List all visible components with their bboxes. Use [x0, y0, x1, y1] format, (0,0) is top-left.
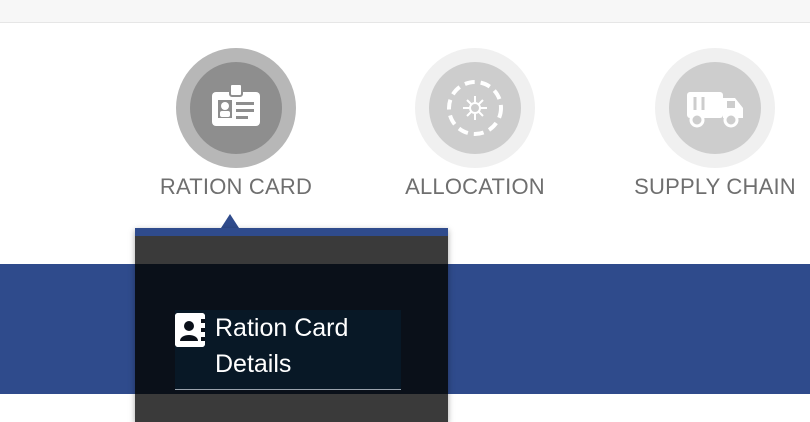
nav-item-supply-chain[interactable]: SUPPLY CHAIN	[595, 48, 810, 208]
nav-circle-supply-chain	[655, 48, 775, 168]
nav-label-supply-chain: SUPPLY CHAIN	[634, 174, 796, 199]
nav-inner-circle	[669, 62, 761, 154]
nav-item-allocation[interactable]: ALLOCATION	[355, 48, 595, 208]
nav-circle-ration-card	[176, 48, 296, 168]
id-card-icon	[212, 83, 260, 126]
nav-label-allocation: ALLOCATION	[405, 174, 545, 199]
nav-item-ration-card[interactable]: RATION CARD	[116, 48, 356, 208]
nav-inner-circle	[429, 62, 521, 154]
nav-inner-circle	[190, 62, 282, 154]
wheel-icon	[447, 80, 503, 136]
nav-label-ration-card: RATION CARD	[159, 174, 313, 199]
address-book-icon	[175, 313, 205, 347]
dropdown-top-strip	[135, 228, 448, 236]
truck-icon	[687, 92, 743, 128]
menu-item-label: Ration Card Details	[215, 314, 349, 378]
dropdown-caret	[221, 214, 239, 228]
nav-circle-allocation	[415, 48, 535, 168]
top-bar	[0, 0, 810, 23]
menu-item-ration-card-details[interactable]: Ration Card Details	[175, 310, 401, 390]
ration-card-dropdown: Ration Card Details	[135, 228, 448, 422]
